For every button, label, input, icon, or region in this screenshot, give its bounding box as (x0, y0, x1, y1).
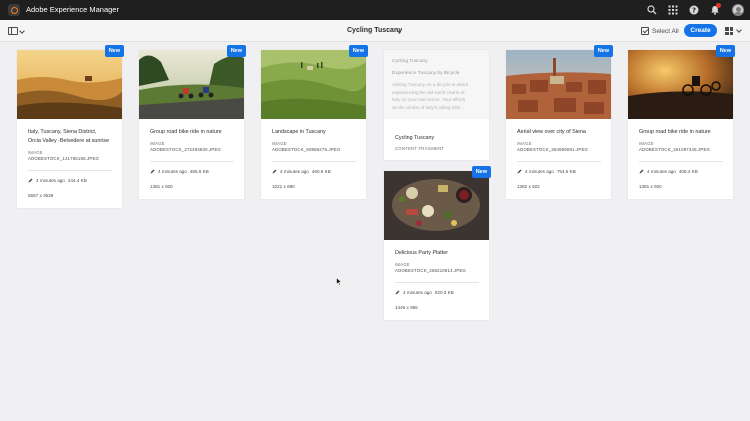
new-badge: New (593, 45, 613, 57)
asset-type: IMAGE (272, 141, 287, 146)
new-badge: New (471, 166, 491, 178)
content-fragment-preview[interactable]: Cycling Tuscany Experience Tuscany by Bi… (384, 50, 489, 119)
asset-filename: ADOBESTOCK_272493830.JPEG (150, 147, 222, 152)
pencil-icon (639, 169, 644, 174)
asset-title[interactable]: Landscape in Tuscany (272, 128, 360, 137)
divider (395, 282, 479, 283)
new-badge: New (348, 45, 368, 57)
pencil-icon (272, 169, 277, 174)
asset-title[interactable]: Aerial view over city of Siena (517, 128, 605, 137)
asset-dimensions: 5557 x 3539 (28, 193, 54, 198)
content-fragment-card[interactable]: Cycling Tuscany Experience Tuscany by Bi… (384, 50, 489, 160)
new-badge: New (104, 45, 124, 57)
asset-card[interactable]: New Delicious Party Platter IMAGE ADOBES… (384, 166, 491, 320)
asset-title[interactable]: Delicious Party Platter (395, 249, 483, 258)
asset-title[interactable]: Group road bike ride in nature (150, 128, 238, 137)
asset-dimensions: 1382 x 922 (517, 184, 540, 189)
app-title[interactable]: Adobe Experience Manager (26, 5, 119, 14)
side-rail-toggle-icon[interactable] (8, 27, 18, 35)
pencil-icon (28, 178, 33, 183)
asset-filename: ADOBESTOCK_261097345.JPEG (639, 147, 711, 152)
card-view-icon[interactable] (725, 27, 733, 35)
divider (517, 161, 601, 162)
asset-filename: ADOBESTOCK_268210814.JPEG (395, 268, 467, 273)
avatar[interactable] (732, 4, 744, 16)
asset-type: IMAGE (639, 141, 654, 146)
asset-thumbnail[interactable] (261, 50, 366, 119)
asset-thumbnail[interactable] (139, 50, 244, 119)
asset-dimensions: 1021 x 680 (272, 184, 295, 189)
divider (28, 170, 112, 171)
new-badge: New (715, 45, 735, 57)
asset-filename: ADOBESTOCK_364959081.JPEG (517, 147, 589, 152)
asset-meta: 4 minutes ago 620.3 KB (395, 290, 454, 295)
notification-badge (716, 3, 721, 8)
asset-thumbnail[interactable] (628, 50, 733, 119)
pencil-icon (395, 290, 400, 295)
asset-type: IMAGE (150, 141, 165, 146)
asset-meta: 4 minutes ago 754.5 KB (517, 169, 576, 174)
asset-thumbnail[interactable] (384, 171, 489, 240)
divider (150, 161, 234, 162)
divider (272, 161, 356, 162)
asset-meta: 4 minutes ago 485.9 KB (150, 169, 209, 174)
asset-filename: ADOBESTOCK_141786186.JPEG (28, 156, 100, 161)
asset-dimensions: 1381 x 920 (150, 184, 173, 189)
global-nav-bar: Adobe Experience Manager ? (0, 0, 750, 20)
asset-meta: 4 minutes ago 408.4 KB (639, 169, 698, 174)
asset-dimensions: 1381 x 920 (639, 184, 662, 189)
asset-thumbnail[interactable] (506, 50, 611, 119)
asset-card[interactable]: New Group road bike ride in nature IMAGE… (139, 45, 246, 199)
adobe-experience-manager-logo[interactable] (8, 4, 20, 16)
asset-thumbnail[interactable] (17, 50, 122, 119)
asset-title[interactable]: Group road bike ride in nature (639, 128, 727, 137)
new-badge: New (226, 45, 246, 57)
asset-card[interactable]: New Aerial view over city of Siena IMAGE… (506, 45, 613, 199)
divider (639, 161, 723, 162)
asset-title[interactable]: Cycling Tuscany (395, 134, 483, 143)
folder-title[interactable]: Cycling Tuscany (347, 27, 402, 34)
asset-type: CONTENT FRAGMENT (395, 146, 445, 151)
help-icon[interactable]: ? (689, 5, 699, 15)
svg-text:?: ? (692, 7, 696, 15)
asset-meta: 4 minutes ago 244.4 KB (28, 178, 87, 183)
asset-title[interactable]: Italy, Tuscany, Siena District, Orcia Val… (28, 128, 116, 146)
mouse-cursor-icon (336, 277, 342, 286)
asset-type: IMAGE (395, 262, 410, 267)
asset-type: IMAGE (517, 141, 532, 146)
asset-meta: 4 minutes ago 460.6 KB (272, 169, 331, 174)
pencil-icon (517, 169, 522, 174)
asset-dimensions: 1446 x 965 (395, 305, 418, 310)
create-button[interactable]: Create (684, 24, 717, 37)
checkbox-icon[interactable] (641, 27, 649, 35)
apps-grid-icon[interactable] (668, 5, 678, 15)
select-all-button[interactable]: Select All (652, 28, 679, 35)
asset-card[interactable]: New Italy, Tuscany, Siena District, Orcia… (17, 45, 124, 208)
asset-filename: ADOBESTOCK_60986275.JPEG (272, 147, 341, 152)
asset-card[interactable]: New Landscape in Tuscany IMAGE ADOBESTOC… (261, 45, 368, 199)
search-icon[interactable] (647, 5, 657, 15)
pencil-icon (150, 169, 155, 174)
asset-type: IMAGE (28, 150, 43, 155)
asset-card[interactable]: New Group road bike ride in nature IMAGE… (628, 45, 735, 199)
